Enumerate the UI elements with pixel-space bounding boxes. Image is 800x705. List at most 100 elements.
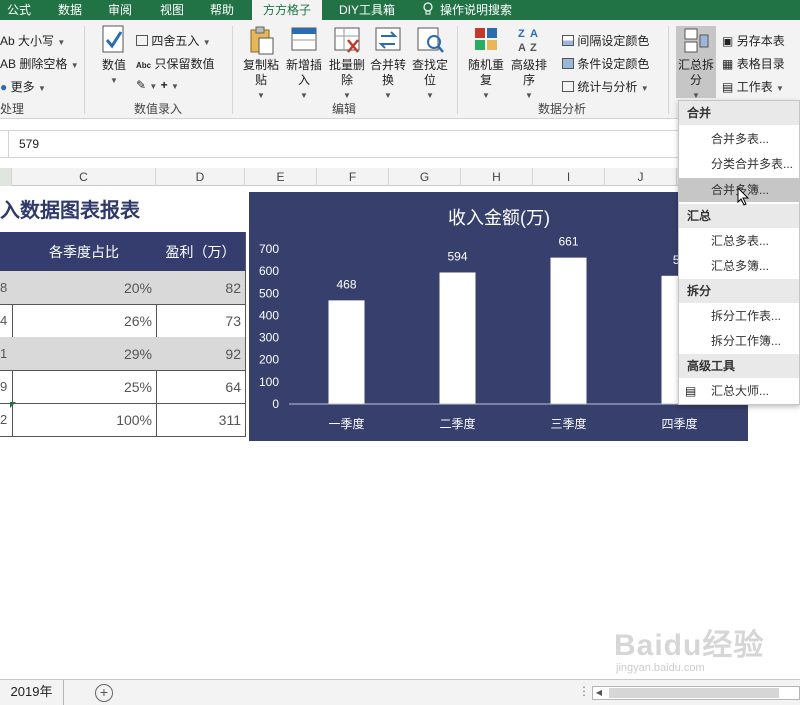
x-tick-label: 三季度 bbox=[550, 416, 586, 431]
menu-item-sum-master[interactable]: 汇总大师... bbox=[679, 379, 799, 403]
bar-2[interactable] bbox=[439, 272, 476, 404]
horizontal-scrollbar[interactable]: ◀ bbox=[592, 686, 800, 700]
tab-fangfang[interactable]: 方方格子 bbox=[252, 0, 322, 20]
data-label: 468 bbox=[336, 277, 356, 291]
income-chart[interactable]: 收入金额(万) 0 100 200 300 400 500 600 700 468 一季度 594… bbox=[249, 192, 748, 441]
table-cell[interactable]: 82 bbox=[156, 271, 246, 305]
advanced-sort-button[interactable]: ZAAZ 高级排序 ▼ bbox=[508, 24, 550, 103]
column-header[interactable]: I bbox=[533, 168, 605, 186]
menu-header-summary: 汇总 bbox=[679, 204, 799, 228]
y-tick-label: 100 bbox=[259, 375, 279, 389]
add-insert-button[interactable]: 新增插入 ▼ bbox=[284, 24, 324, 103]
divider bbox=[232, 26, 233, 114]
menu-header-merge: 合并 bbox=[679, 101, 799, 125]
merge-convert-button[interactable]: 合并转换 ▼ bbox=[368, 24, 408, 103]
menu-header-split: 拆分 bbox=[679, 279, 799, 303]
interval-color-button[interactable]: 间隔设定颜色 bbox=[562, 32, 649, 49]
summary-icon bbox=[684, 28, 709, 53]
grid-icon bbox=[136, 35, 148, 46]
table-cell[interactable]: 100% bbox=[12, 403, 157, 437]
menu-item-merge-sheets[interactable]: 合并多表... bbox=[679, 127, 799, 151]
x-tick-label: 一季度 bbox=[328, 416, 364, 431]
table-cell[interactable]: 26% bbox=[12, 304, 157, 338]
column-header[interactable]: D bbox=[156, 168, 245, 186]
table-cell[interactable]: 73 bbox=[156, 304, 246, 338]
table-cell[interactable]: 92 bbox=[156, 337, 246, 371]
y-tick-label: 300 bbox=[259, 331, 279, 345]
save-icon: ▣ bbox=[722, 34, 734, 48]
keep-values-button[interactable]: Abc 只保留数值 bbox=[136, 55, 214, 72]
table-header-ratio[interactable]: 各季度占比 bbox=[12, 232, 157, 272]
tab-diy-toolbox[interactable]: DIY工具箱 bbox=[332, 0, 402, 20]
stats-analysis-button[interactable]: 统计与分析 ▼ bbox=[562, 78, 649, 95]
summary-split-menu: 合并 合并多表... 分类合并多表... 合并多簿... 汇总 汇总多表... … bbox=[678, 100, 800, 405]
tab-formulas[interactable]: 公式 bbox=[0, 0, 38, 20]
worksheet-icon: ▤ bbox=[722, 80, 734, 94]
svg-text:A: A bbox=[518, 42, 526, 54]
y-tick-label: 200 bbox=[259, 353, 279, 367]
divider bbox=[457, 26, 458, 114]
sheet-tab-2019[interactable]: 2019年 bbox=[0, 680, 64, 705]
divider bbox=[668, 26, 669, 114]
table-cell[interactable]: 20% bbox=[12, 271, 157, 305]
lightbulb-icon bbox=[423, 2, 433, 15]
delete-space-button[interactable]: AB 删除空格 ▼ bbox=[0, 55, 79, 72]
batch-delete-button[interactable]: 批量删除 ▼ bbox=[327, 24, 367, 103]
menu-item-split-sheet[interactable]: 拆分工作表... bbox=[679, 304, 799, 328]
save-sheet-button[interactable]: ▣ 另存本表 bbox=[722, 32, 785, 49]
worksheet-button[interactable]: ▤ 工作表 ▼ bbox=[722, 78, 784, 95]
bar-1[interactable] bbox=[328, 300, 365, 404]
case-button[interactable]: Ab 大小写 ▼ bbox=[0, 32, 65, 49]
y-tick-label: 700 bbox=[259, 242, 279, 256]
random-repeat-button[interactable]: 随机重复 ▼ bbox=[466, 24, 506, 103]
svg-text:A: A bbox=[530, 28, 538, 40]
summary-split-button[interactable]: 汇总拆分 ▼ bbox=[676, 26, 716, 100]
table-cell[interactable]: 25% bbox=[12, 370, 157, 404]
data-label: 594 bbox=[447, 249, 467, 263]
column-header[interactable]: J bbox=[605, 168, 677, 186]
menu-item-sum-books[interactable]: 汇总多簿... bbox=[679, 254, 799, 278]
tab-review[interactable]: 审阅 bbox=[102, 0, 138, 20]
column-header-b[interactable] bbox=[0, 168, 12, 186]
round-button[interactable]: 四舍五入 ▼ bbox=[136, 32, 211, 49]
add-sheet-button[interactable]: + bbox=[95, 684, 113, 702]
column-header[interactable]: F bbox=[317, 168, 389, 186]
tab-view[interactable]: 视图 bbox=[154, 0, 190, 20]
table-cell[interactable]: 64 bbox=[156, 370, 246, 404]
table-header-profit[interactable]: 盈利（万） bbox=[156, 232, 246, 272]
column-header[interactable]: E bbox=[245, 168, 317, 186]
menu-header-advanced: 高级工具 bbox=[679, 354, 799, 378]
find-locate-button[interactable]: 查找定位 ▼ bbox=[410, 24, 450, 103]
menu-item-sum-sheets[interactable]: 汇总多表... bbox=[679, 229, 799, 253]
random-icon bbox=[475, 28, 497, 50]
column-header[interactable]: H bbox=[461, 168, 533, 186]
watermark-logo: Baidu经验 bbox=[614, 629, 765, 662]
sheet-dir-button[interactable]: ▦ 表格目录 bbox=[722, 55, 785, 72]
scroll-thumb[interactable] bbox=[609, 688, 779, 698]
cond-color-button[interactable]: 条件设定颜色 bbox=[562, 55, 649, 72]
menu-item-split-book[interactable]: 拆分工作簿... bbox=[679, 329, 799, 353]
more-button[interactable]: ● 更多 ▼ bbox=[0, 78, 46, 95]
x-tick-label: 二季度 bbox=[439, 416, 475, 431]
table-cell[interactable]: 311 bbox=[156, 403, 246, 437]
menu-item-class-merge[interactable]: 分类合并多表... bbox=[679, 152, 799, 176]
mouse-cursor-icon bbox=[737, 187, 750, 206]
tab-help[interactable]: 帮助 bbox=[204, 0, 240, 20]
group-label-analysis: 数据分析 bbox=[537, 102, 586, 116]
scroll-left-icon[interactable]: ◀ bbox=[593, 687, 605, 699]
copy-paste-button[interactable]: 复制粘贴 ▼ bbox=[241, 24, 281, 103]
table-cell[interactable]: 29% bbox=[12, 337, 157, 371]
plus-button[interactable]: ✎ ▼ + ▼ bbox=[136, 78, 179, 92]
table-icon bbox=[562, 58, 574, 69]
bar-3[interactable] bbox=[550, 257, 587, 404]
values-button[interactable]: 数值 ▼ bbox=[96, 24, 132, 88]
report-title: 入数据图表报表 bbox=[0, 200, 140, 222]
chart-svg: 收入金额(万) 0 100 200 300 400 500 600 700 468 一季度 594… bbox=[259, 208, 729, 431]
column-header[interactable]: G bbox=[389, 168, 461, 186]
divider bbox=[84, 26, 85, 114]
column-header[interactable]: C bbox=[12, 168, 156, 186]
tab-data[interactable]: 数据 bbox=[52, 0, 88, 20]
y-tick-label: 0 bbox=[272, 397, 279, 411]
tell-me-search[interactable]: 操作说明搜索 bbox=[440, 0, 530, 20]
x-tick-label: 四季度 bbox=[661, 416, 697, 431]
